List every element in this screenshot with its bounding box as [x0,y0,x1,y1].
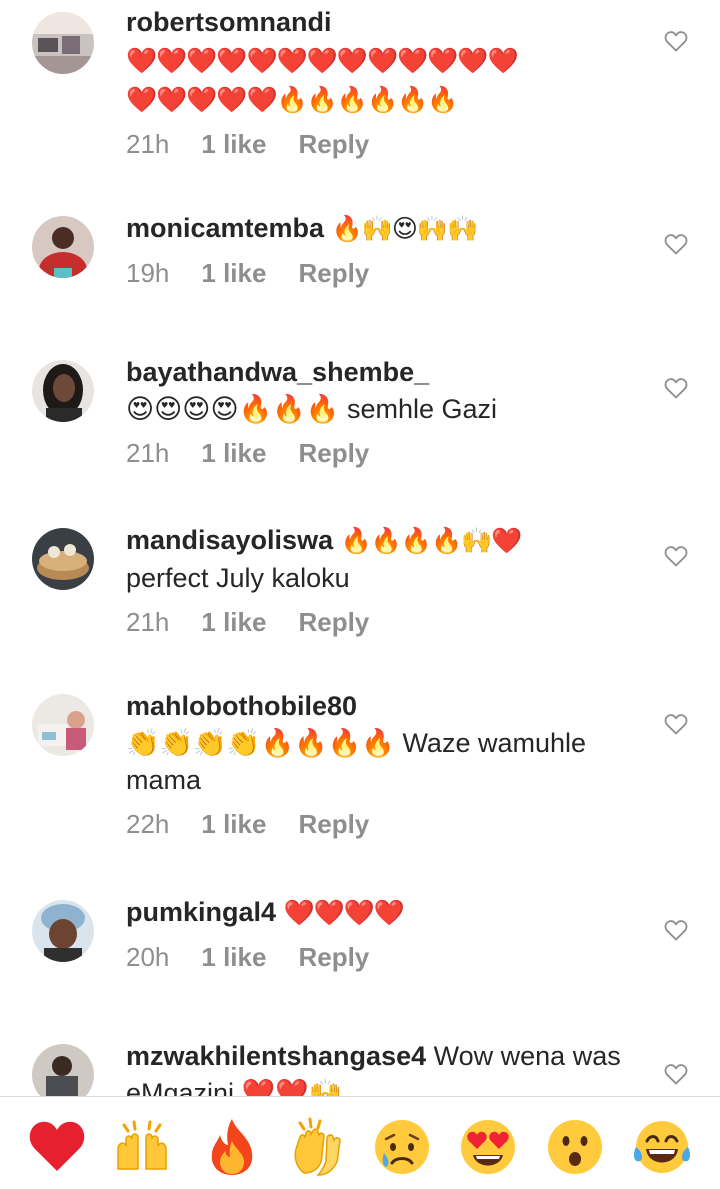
avatar[interactable] [32,360,94,422]
comment-likes[interactable]: 1 like [201,607,266,637]
clapping-hands-reaction-icon[interactable] [286,1117,346,1177]
comment-likes[interactable]: 1 like [201,942,266,972]
comment-meta: 21h 1 like Reply [126,438,624,469]
comment-text: mama [126,765,202,795]
reply-button[interactable]: Reply [298,129,369,159]
comments-list: robertsomnandi ❤️❤️❤️❤️❤️❤️❤️❤️❤️❤️❤️❤️❤… [0,0,720,1096]
comment-meta: 19h 1 like Reply [126,258,624,289]
avatar[interactable] [32,1044,94,1096]
reply-button[interactable]: Reply [298,258,369,288]
comment-likes[interactable]: 1 like [201,438,266,468]
comment-time: 20h [126,942,170,972]
reply-button[interactable]: Reply [298,607,369,637]
avatar[interactable] [32,216,94,278]
heart-outline-icon[interactable] [664,713,688,735]
comment-time: 21h [126,438,170,468]
surprised-face-reaction-icon[interactable] [545,1117,605,1177]
heart-outline-icon[interactable] [664,1063,688,1085]
comment-meta: 20h 1 like Reply [126,942,624,973]
comment-likes[interactable]: 1 like [201,129,266,159]
reply-button[interactable]: Reply [298,809,369,839]
comment-text: 👏👏👏👏🔥🔥🔥🔥 Waze wamuhle [126,728,587,758]
comment-text: ❤️❤️❤️❤️❤️🔥🔥🔥🔥🔥🔥 [126,86,458,114]
comment-text: ❤️❤️❤️❤️❤️❤️❤️❤️❤️❤️❤️❤️❤️ [126,47,519,75]
comment-meta: 21h 1 like Reply [126,607,624,638]
crying-face-reaction-icon[interactable] [372,1117,432,1177]
avatar[interactable] [32,694,94,756]
comment-likes[interactable]: 1 like [201,809,266,839]
red-heart-reaction-icon[interactable] [27,1117,87,1177]
comment-time: 19h [126,258,170,288]
comment-username[interactable]: mzwakhilentshangase4 [126,1041,426,1071]
comment-username[interactable]: bayathandwa_shembe_ [126,357,429,387]
comment-text: Wow wena was [433,1041,621,1071]
heart-eyes-reaction-icon[interactable] [458,1117,518,1177]
comment-time: 21h [126,607,170,637]
heart-outline-icon[interactable] [664,233,688,255]
comment-text: ❤️❤️❤️❤️ [283,899,406,927]
comment-text: 🔥🔥🔥🔥🙌❤️ [340,527,523,555]
comment-likes[interactable]: 1 like [201,258,266,288]
tears-of-joy-reaction-icon[interactable] [632,1117,692,1177]
comment-time: 21h [126,129,170,159]
comment-meta: 22h 1 like Reply [126,809,624,840]
comment-username[interactable]: monicamtemba [126,213,324,243]
comment-meta: 21h 1 like Reply [126,129,624,160]
heart-outline-icon[interactable] [664,919,688,941]
comment-username[interactable]: mandisayoliswa [126,525,333,555]
quick-reaction-bar [0,1096,720,1189]
comment-text: perfect July kaloku [126,563,350,593]
comment-username[interactable]: pumkingal4 [126,897,276,927]
heart-outline-icon[interactable] [664,377,688,399]
avatar[interactable] [32,528,94,590]
raising-hands-reaction-icon[interactable] [112,1117,172,1177]
heart-outline-icon[interactable] [664,545,688,567]
comment-text: 🔥🙌😍🙌🙌 [331,215,479,243]
reply-button[interactable]: Reply [298,942,369,972]
comment-username[interactable]: robertsomnandi [126,7,332,37]
comment-text: 😍😍😍😍🔥🔥🔥 semhle Gazi [126,394,497,424]
comment-time: 22h [126,809,170,839]
reply-button[interactable]: Reply [298,438,369,468]
heart-outline-icon[interactable] [664,30,688,52]
comment-username[interactable]: mahlobothobile80 [126,691,357,721]
avatar[interactable] [32,12,94,74]
fire-reaction-icon[interactable] [202,1117,262,1177]
comment-text: eMgazini ❤️❤️🙌 [126,1078,343,1096]
avatar[interactable] [32,900,94,962]
